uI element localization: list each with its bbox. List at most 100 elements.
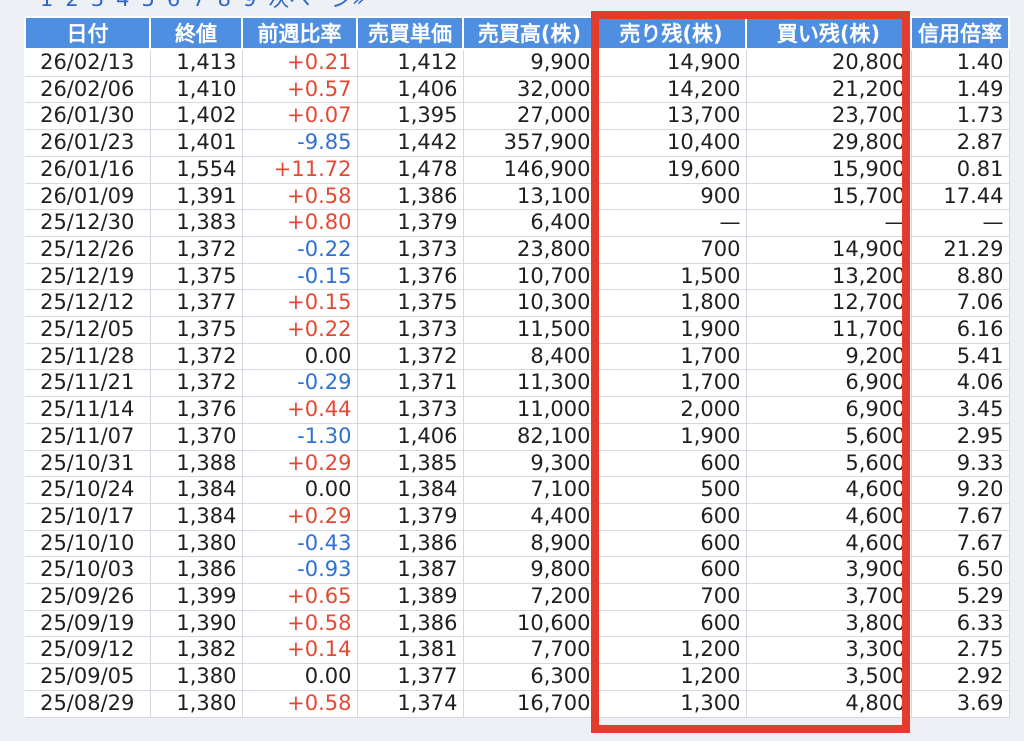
cell-date: 26/01/23 xyxy=(25,129,151,157)
cell-sell-balance: 1,200 xyxy=(596,663,747,691)
cell-close: 1,384 xyxy=(150,476,243,504)
page-link-4[interactable]: 4 xyxy=(116,0,129,10)
cell-date: 25/09/26 xyxy=(25,583,151,611)
page-link-7[interactable]: 7 xyxy=(192,0,205,10)
cell-sell-balance: 1,700 xyxy=(596,343,747,371)
page-link-2[interactable]: 2 xyxy=(65,0,78,10)
page-link-5[interactable]: 5 xyxy=(142,0,155,10)
cell-buy-balance: 12,700 xyxy=(746,289,912,318)
cell-unit-price: 1,379 xyxy=(357,503,464,531)
cell-margin-ratio: 4.06 xyxy=(911,369,1010,398)
cell-close: 1,380 xyxy=(150,663,243,691)
cell-sell-balance: 14,900 xyxy=(596,49,747,77)
cell-margin-ratio: — xyxy=(911,209,1010,237)
cell-margin-ratio: 7.67 xyxy=(911,503,1010,531)
cell-sell-balance: 1,500 xyxy=(596,263,747,291)
cell-volume: 357,900 xyxy=(463,129,597,157)
cell-unit-price: 1,379 xyxy=(357,209,464,237)
cell-volume: 9,800 xyxy=(463,556,597,585)
cell-unit-price: 1,389 xyxy=(357,583,464,611)
cell-unit-price: 1,406 xyxy=(357,76,464,104)
cell-margin-ratio: 17.44 xyxy=(911,183,1010,211)
table-row: 25/11/28 1,372 0.00 1,372 8,400 1,700 9,200 5.4… xyxy=(25,343,1010,371)
cell-volume: 23,800 xyxy=(463,236,597,264)
table-row: 25/11/07 1,370 -1.30 1,406 82,100 1,900 5,600 2… xyxy=(25,423,1010,451)
next-page-link[interactable]: 次ページ» xyxy=(268,0,364,10)
table-row: 25/09/05 1,380 0.00 1,377 6,300 1,200 3,500 2.9… xyxy=(25,663,1010,691)
cell-buy-balance: 4,800 xyxy=(746,690,912,718)
cell-margin-ratio: 3.45 xyxy=(911,396,1010,424)
table-row: 25/12/30 1,383 +0.80 1,379 6,400— — — xyxy=(25,209,1010,237)
cell-close: 1,410 xyxy=(150,76,243,104)
cell-buy-balance: 29,800 xyxy=(746,129,912,157)
cell-date: 26/01/16 xyxy=(25,156,151,184)
cell-change: +0.29 xyxy=(242,503,358,531)
cell-volume: 8,900 xyxy=(463,530,597,558)
page-link-1[interactable]: 1 xyxy=(40,0,53,10)
page-link-6[interactable]: 6 xyxy=(167,0,180,10)
cell-sell-balance: 900 xyxy=(596,183,747,211)
cell-close: 1,383 xyxy=(150,209,243,237)
cell-sell-balance: 19,600 xyxy=(596,156,747,184)
cell-change: +0.07 xyxy=(242,102,358,131)
cell-margin-ratio: 6.33 xyxy=(911,610,1010,638)
cell-date: 26/01/09 xyxy=(25,183,151,211)
cell-sell-balance: 600 xyxy=(596,556,747,585)
cell-unit-price: 1,412 xyxy=(357,49,464,77)
cell-margin-ratio: 8.80 xyxy=(911,263,1010,291)
cell-change: +11.72 xyxy=(242,156,358,184)
cell-change: +0.58 xyxy=(242,690,358,718)
table-row: 25/08/29 1,380 +0.58 1,374 16,700 1,300 4,800 3… xyxy=(25,690,1010,718)
cell-close: 1,391 xyxy=(150,183,243,211)
header-buy-balance: 買い残(株) xyxy=(745,16,912,50)
cell-unit-price: 1,385 xyxy=(357,450,464,478)
cell-unit-price: 1,373 xyxy=(357,396,464,424)
margin-trading-table: 日付 終値 前週比率 売買単価 売買高(株) 売り残(株) 買い残(株) 信用倍… xyxy=(24,16,1010,718)
stock-margin-table-page: 1 2 3 4 5 6 7 8 9 次ページ» 日付 終値 前週比率 売買単価 xyxy=(0,0,1024,741)
cell-volume: 146,900 xyxy=(463,156,597,184)
cell-date: 25/12/19 xyxy=(25,263,151,291)
table-row: 25/11/14 1,376 +0.44 1,373 11,000 2,000 6,900 3… xyxy=(25,396,1010,424)
cell-date: 25/09/19 xyxy=(25,610,151,638)
cell-volume: 11,500 xyxy=(463,316,597,344)
table-row: 25/10/10 1,380 -0.43 1,386 8,900 600 4,600 7.67 xyxy=(25,530,1010,558)
cell-date: 25/10/31 xyxy=(25,450,151,478)
cell-close: 1,554 xyxy=(150,156,243,184)
page-link-8[interactable]: 8 xyxy=(218,0,231,10)
cell-close: 1,372 xyxy=(150,369,243,398)
cell-margin-ratio: 9.33 xyxy=(911,450,1010,478)
table-row: 25/12/19 1,375 -0.15 1,376 10,700 1,500 13,200… xyxy=(25,263,1010,291)
cell-close: 1,375 xyxy=(150,263,243,291)
header-change: 前週比率 xyxy=(241,16,358,50)
cell-volume: 7,700 xyxy=(463,636,597,665)
cell-close: 1,380 xyxy=(150,530,243,558)
cell-close: 1,386 xyxy=(150,556,243,585)
header-date: 日付 xyxy=(24,16,151,50)
cell-margin-ratio: 6.16 xyxy=(911,316,1010,344)
cell-margin-ratio: 21.29 xyxy=(911,236,1010,264)
cell-change: +0.15 xyxy=(242,289,358,318)
cell-unit-price: 1,373 xyxy=(357,316,464,344)
cell-margin-ratio: 5.41 xyxy=(911,343,1010,371)
cell-volume: 32,000 xyxy=(463,76,597,104)
cell-volume: 9,900 xyxy=(463,49,597,77)
table-row: 26/01/30 1,402 +0.07 1,395 27,000 13,700 23,70… xyxy=(25,102,1010,131)
cell-unit-price: 1,371 xyxy=(357,369,464,398)
page-link-9[interactable]: 9 xyxy=(243,0,256,10)
cell-unit-price: 1,384 xyxy=(357,476,464,504)
table-header-row: 日付 終値 前週比率 売買単価 売買高(株) 売り残(株) 買い残(株) 信用倍… xyxy=(24,16,1010,50)
cell-change: +0.57 xyxy=(242,76,358,104)
cell-change: +0.58 xyxy=(242,610,358,638)
cell-change: -1.30 xyxy=(242,423,358,451)
cell-unit-price: 1,376 xyxy=(357,263,464,291)
cell-unit-price: 1,375 xyxy=(357,289,464,318)
page-link-3[interactable]: 3 xyxy=(91,0,104,10)
next-page-label: 次ページ xyxy=(268,0,352,11)
header-unit-price: 売買単価 xyxy=(356,16,464,50)
cell-volume: 10,700 xyxy=(463,263,597,291)
cell-change: 0.00 xyxy=(242,476,358,504)
cell-margin-ratio: 7.06 xyxy=(911,289,1010,318)
cell-close: 1,402 xyxy=(150,102,243,131)
cell-change: -0.15 xyxy=(242,263,358,291)
cell-sell-balance: 10,400 xyxy=(596,129,747,157)
